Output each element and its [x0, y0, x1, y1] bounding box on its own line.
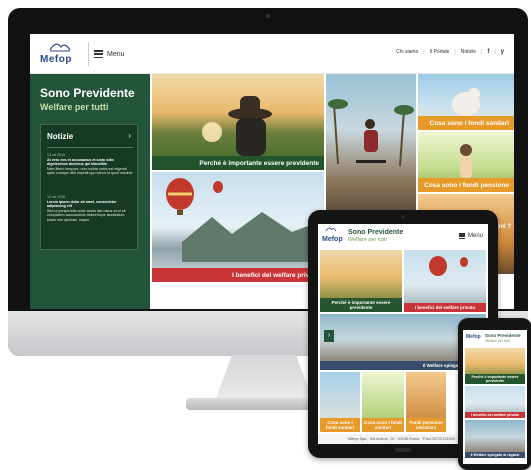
tile-pension-funds[interactable]: Cosa sono i fondi pensione: [418, 132, 514, 192]
tile-caption: Perché è importante essere previdente: [152, 156, 324, 170]
tile-caption: Perché è importante essere previdente: [465, 374, 525, 384]
tile-caption: Perché è importante essere previdente: [320, 298, 402, 312]
chevron-right-icon[interactable]: ›: [324, 330, 334, 342]
tile-pension[interactable]: Fondi pensione istruzioni: [406, 372, 446, 432]
devices-mockup: Mefop Menu Chi siamo | Il Portale | Noti…: [0, 0, 531, 470]
chevron-right-icon[interactable]: ›: [128, 131, 131, 140]
camera-dot: [401, 215, 405, 219]
tile-benefits[interactable]: I benefici del welfare privato: [465, 386, 525, 418]
menu-button[interactable]: Menu: [94, 48, 125, 60]
tile-health-funds[interactable]: Cosa sono i fondi sanitari: [418, 74, 514, 130]
logo-mark-icon: [325, 227, 337, 232]
tablet-title: Sono Previdente: [348, 229, 404, 236]
tablet-subtitle: Welfare per tutti: [348, 237, 387, 243]
top-nav: Chi siamo | Il Portale | Notizie | f | y: [396, 49, 504, 55]
logo-text[interactable]: Mefop: [466, 334, 481, 340]
tile-health-funds[interactable]: Cosa sono i fondi sanitari: [320, 372, 360, 432]
logo-text: Mefop: [40, 54, 72, 65]
tile-explained[interactable]: Il Welfare spiegato ai ragazzi: [465, 420, 525, 458]
menu-button[interactable]: Menu: [458, 233, 483, 239]
nav-separator: |: [423, 49, 425, 55]
nav-separator: |: [494, 49, 496, 55]
nav-link-portale[interactable]: Il Portale: [430, 49, 450, 55]
tile-benefits[interactable]: I benefici del welfare privato: [152, 172, 324, 282]
menu-label: Menu: [467, 233, 483, 239]
logo-mark-icon: [49, 43, 71, 52]
header-divider: [88, 42, 89, 66]
news-title: Lorem ipsum dolor sit amet, consectetur …: [47, 199, 117, 209]
balloons-photo: [166, 178, 324, 262]
home-button[interactable]: [395, 448, 411, 452]
logo-text[interactable]: Mefop: [322, 236, 343, 243]
tile-importance[interactable]: Perché è importante essere previdente: [320, 250, 402, 312]
tile-caption: I benefici del welfare privato: [465, 412, 525, 418]
news-box: Notizie › 13 ott 2016 At vero eos et acc…: [40, 124, 138, 250]
tile-benefits[interactable]: I benefici del welfare privato: [404, 250, 486, 312]
tile-caption: Cosa sono i fondi sanitari: [362, 418, 404, 432]
twitter-icon[interactable]: y: [501, 49, 504, 55]
tile-caption: Il Welfare spiegato ai ragazzi: [465, 452, 525, 458]
tile-caption: I benefici del welfare privato: [404, 303, 486, 312]
mefop-logo[interactable]: Mefop: [40, 40, 80, 68]
phone-subtitle: Welfare per tutti: [485, 339, 510, 343]
tile-caption: Cosa sono i fondi sanitari: [320, 418, 360, 432]
facebook-icon[interactable]: f: [487, 49, 489, 55]
nav-link-chi-siamo[interactable]: Chi siamo: [396, 49, 418, 55]
tile-caption: Cosa sono i fondi pensione: [418, 178, 514, 192]
skateboarder-photo: [328, 99, 414, 167]
nav-separator: |: [481, 49, 483, 55]
news-item[interactable]: 12 ott 2016 Lorem ipsum dolor sit amet, …: [47, 195, 133, 223]
phone-title: Sono Previdente: [485, 333, 521, 338]
news-body: Nam libero tempore, cum soluta nobis est…: [47, 166, 133, 176]
news-title: At vero eos et accusamus et iusto odio d…: [47, 157, 114, 167]
news-body: Sed ut perspiciatis unde omnis iste natu…: [47, 208, 126, 222]
camera-dot: [266, 14, 270, 18]
tile-importance[interactable]: Perché è importante essere previdente: [465, 348, 525, 384]
menu-label: Menu: [107, 50, 125, 58]
news-item[interactable]: 13 ott 2016 At vero eos et accusamus et …: [47, 153, 133, 176]
tile-health-funds-2[interactable]: Cosa sono i fondi sanitari: [362, 372, 404, 432]
news-heading[interactable]: Notizie: [47, 132, 73, 141]
phone-screen: Mefop Sono Previdente Welfare per tutti …: [463, 330, 527, 464]
tile-importance[interactable]: Perché è importante essere previdente: [152, 74, 324, 170]
site-header: Mefop Menu Chi siamo | Il Portale | Noti…: [30, 34, 514, 74]
hero-subtitle: Welfare per tutti: [40, 102, 109, 112]
tile-caption: Fondi pensione istruzioni: [406, 418, 446, 432]
news-divider: [47, 147, 133, 148]
balloons-photo: [429, 256, 468, 276]
phone-device: Mefop Sono Previdente Welfare per tutti …: [458, 318, 531, 470]
monitor-stand: [214, 355, 314, 403]
tile-caption: I benefici del welfare privato: [152, 268, 324, 282]
nav-link-notizie[interactable]: Notizie: [461, 49, 476, 55]
tile-caption: Cosa sono i fondi sanitari: [418, 116, 514, 130]
tile-skateboarder[interactable]: [326, 74, 416, 214]
hamburger-icon: [458, 233, 465, 239]
hero-title: Sono Previdente: [40, 86, 135, 100]
nav-separator: |: [454, 49, 456, 55]
hamburger-icon: [94, 50, 103, 58]
